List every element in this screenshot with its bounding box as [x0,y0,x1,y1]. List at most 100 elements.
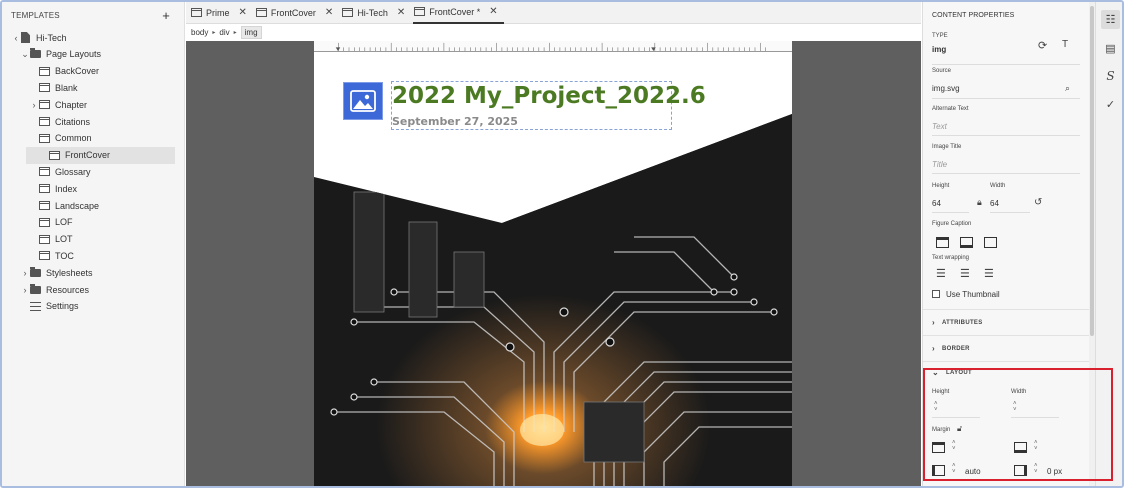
chevron-right-icon[interactable]: › [29,100,39,110]
settings-icon [30,301,41,311]
source-value[interactable]: img.svg [932,84,960,93]
chevron-right-icon: › [932,344,935,353]
folder-icon [30,283,41,294]
page-layout-icon [39,66,50,76]
tree-item-label: Settings [46,301,79,312]
tree-item[interactable]: Citations [2,113,185,130]
browse-file-icon[interactable]: ⌕ [1065,83,1070,94]
type-value: img [932,45,947,54]
page-layout-icon [39,83,50,93]
tree-item-label: LOT [55,234,73,245]
lock-icon[interactable]: 🔒︎ [977,197,982,208]
tab-2[interactable]: Hi-Tech ✕ [341,2,411,24]
tree-item[interactable]: LOT [2,231,185,248]
tree-item[interactable]: Settings [2,298,185,315]
caption-none-icon[interactable] [984,237,997,248]
page-layout-icon [39,117,50,126]
page-layout-icon [414,7,426,16]
close-icon[interactable]: ✕ [397,7,405,18]
caption-top-icon[interactable] [936,237,949,248]
close-icon[interactable]: ✕ [325,7,333,18]
page-layout-icon [39,133,50,143]
tree-item[interactable]: FrontCover [26,146,175,164]
refresh-icon[interactable]: ⟳ [1038,39,1047,52]
chevron-right-icon[interactable]: › [20,268,30,278]
tab-label: Prime [206,7,230,18]
width-input[interactable]: 64 [990,199,999,208]
reset-size-icon[interactable]: ↺ [1034,197,1042,208]
tree-item-label: Resources [46,284,90,295]
tree-item-label: Blank [55,82,78,93]
page-layout-icon [39,251,50,261]
tab-label: Hi-Tech [357,7,388,18]
styles-icon[interactable]: S [1101,66,1120,85]
caption-bottom-icon[interactable] [960,237,973,248]
document-settings-icon[interactable]: ▤ [1101,39,1120,58]
page-layout-icon [39,217,50,227]
ruler-left-marker[interactable] [335,47,341,51]
tab-1[interactable]: FrontCover ✕ [255,2,339,24]
attributes-section[interactable]: › ATTRIBUTES [923,309,1091,335]
alt-text-input[interactable]: Text [932,122,947,131]
cover-date[interactable]: September 27, 2025 [392,115,518,128]
tree-item[interactable]: Blank [2,79,185,96]
add-template-button[interactable]: + [162,8,170,23]
tree-item-label: FrontCover [65,150,111,161]
horizontal-ruler[interactable] [314,41,792,52]
tree-item[interactable]: › Stylesheets [2,264,185,281]
breadcrumb-separator: ▸ [212,30,216,36]
properties-sliders-icon[interactable]: ☷ [1101,10,1120,29]
breadcrumb-item[interactable]: img [240,26,262,39]
tab-3[interactable]: FrontCover * ✕ [413,2,504,24]
chevron-down-icon[interactable]: ⌄ [20,49,30,60]
type-label: TYPE [932,33,948,39]
page-layout-icon [39,167,50,177]
close-icon[interactable]: ✕ [489,6,497,17]
tree-item[interactable]: › Chapter [2,96,185,113]
width-label: Width [990,183,1006,189]
tree-item[interactable]: Glossary [2,163,185,180]
height-input[interactable]: 64 [932,199,941,208]
editor-canvas[interactable]: 2022 My_Project_2022.6 September 27, 202… [186,41,921,486]
templates-title: TEMPLATES [11,10,60,20]
text-format-icon[interactable]: T [1062,39,1068,50]
tree-item[interactable]: Common [2,130,185,147]
page-layout-icon [191,8,202,17]
align-left-icon[interactable]: ☰ [936,267,946,280]
border-section[interactable]: › BORDER [923,335,1091,361]
tree-item[interactable]: TOC [2,247,185,264]
breadcrumb-item[interactable]: body [191,28,208,37]
tab-label: FrontCover [270,7,316,18]
title-block[interactable]: 2022 My_Project_2022.6 September 27, 202… [391,81,706,130]
breadcrumb-item[interactable]: div [219,28,229,37]
align-right-icon[interactable]: ☰ [984,267,994,280]
tree-item[interactable]: LOF [2,214,185,231]
image-placeholder[interactable] [343,82,383,120]
tree-item-label: Common [55,133,92,144]
cover-title[interactable]: 2022 My_Project_2022.6 [392,83,706,109]
tree-item[interactable]: › Resources [2,281,185,298]
close-icon[interactable]: ✕ [239,7,247,18]
tree-item[interactable]: Index [2,180,185,197]
tab-0[interactable]: Prime ✕ [190,2,253,24]
tree-item[interactable]: ⌄ Page Layouts [2,46,185,63]
scrollbar-thumb[interactable] [1090,6,1094,336]
breadcrumb: body ▸ div ▸ img [186,24,921,41]
tree-item-label: Chapter [55,99,88,110]
use-thumbnail-checkbox[interactable] [932,290,940,298]
tree-item[interactable]: Landscape [2,197,185,214]
page-layout-icon [39,100,50,110]
align-center-icon[interactable]: ☰ [960,267,970,280]
chevron-right-icon[interactable]: › [20,285,30,295]
page-layout-icon [39,201,50,210]
chevron-left-icon[interactable]: ‹ [11,33,21,43]
document-icon [21,32,30,43]
alt-text-label: Alternate Text [932,106,969,112]
tree-item[interactable]: ‹ Hi-Tech [2,29,185,46]
tree-item-label: Glossary [55,166,91,177]
tab-label: FrontCover * [429,6,481,17]
tree-item[interactable]: BackCover [2,63,185,80]
front-cover-page: 2022 My_Project_2022.6 September 27, 202… [314,52,792,486]
image-title-input[interactable]: Title [932,160,947,169]
spellcheck-icon[interactable]: ✓ [1101,95,1120,114]
